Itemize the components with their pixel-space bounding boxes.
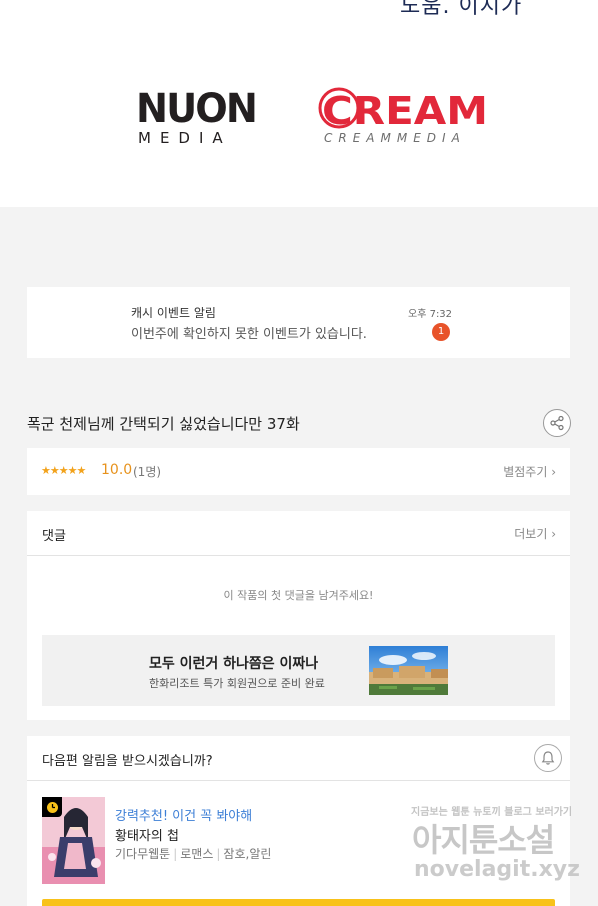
rate-button[interactable]: 별점주기 › xyxy=(503,463,556,480)
comments-card: 댓글 더보기 › 이 작품의 첫 댓글을 남겨주세요! 모두 이런거 하나쯤은 … xyxy=(27,511,570,720)
recommendation-category: 기다무웹툰 xyxy=(115,847,171,861)
episode-title: 폭군 천제님께 간택되기 싫었습니다만 37화 xyxy=(27,415,300,433)
alert-header: 다음편 알림을 받으시겠습니까? xyxy=(27,736,570,781)
recommendation-genre: 로맨스 xyxy=(180,847,214,861)
waiting-free-badge xyxy=(42,797,62,817)
cream-logo-subtext: CREAMMEDIA xyxy=(324,131,466,145)
nuon-logo-text: NUON xyxy=(136,86,256,132)
notification-time: 오후 7:32 xyxy=(408,309,453,320)
rating-stars: ★★★★★ xyxy=(41,464,86,477)
ad-banner[interactable]: 모두 이런거 하나쯤은 이짜나 한화리조트 특가 회원권으로 준비 완료 xyxy=(42,635,555,706)
notification-badge: 1 xyxy=(432,323,450,341)
comments-title: 댓글 xyxy=(42,529,66,544)
rating-card: ★★★★★ 10.0 (1명) 별점주기 › xyxy=(27,448,570,495)
next-episode-alert-card: 다음편 알림을 받으시겠습니까? 강력추천! 이건 꼭 봐야해 황태자의 첩 기… xyxy=(27,736,570,906)
comments-more-link[interactable]: 더보기 › xyxy=(514,525,556,542)
ad-resort-image xyxy=(369,646,448,695)
rating-score: 10.0 xyxy=(101,462,133,478)
cream-logo-text: CREAM xyxy=(322,89,488,133)
recommendation-authors: 잠호,알린 xyxy=(223,847,272,861)
ad-subtitle: 한화리조트 특가 회원권으로 준비 완료 xyxy=(149,677,325,690)
notification-title: 캐시 이벤트 알림 xyxy=(131,306,216,320)
share-icon xyxy=(550,415,564,431)
ad-title: 모두 이런거 하나쯤은 이짜나 xyxy=(149,656,319,672)
recommendation-tag[interactable]: 강력추천! 이건 꼭 봐야해 xyxy=(115,805,252,824)
comments-header: 댓글 더보기 › xyxy=(27,511,570,556)
alert-title: 다음편 알림을 받으시겠습니까? xyxy=(42,754,213,769)
recommendation-meta: 기다무웹툰 | 로맨스 | 잠호,알린 xyxy=(115,847,272,861)
recommendation-title[interactable]: 황태자의 첩 xyxy=(115,825,179,844)
bell-icon xyxy=(541,751,555,765)
nuon-media-logo: NUON MEDIA xyxy=(136,86,258,146)
nuon-logo-subtext: MEDIA xyxy=(138,129,232,146)
yellow-action-bar[interactable] xyxy=(42,899,555,906)
notification-body: 이번주에 확인하지 못한 이벤트가 있습니다. xyxy=(131,327,367,342)
header-cut-text: 도움. 이지가 xyxy=(400,0,523,19)
comments-empty-message: 이 작품의 첫 댓글을 남겨주세요! xyxy=(223,589,374,602)
share-button[interactable] xyxy=(543,409,571,437)
cream-media-logo: CREAM CREAMMEDIA xyxy=(318,87,488,145)
rating-count: (1명) xyxy=(133,465,162,479)
event-notification-card[interactable]: 캐시 이벤트 알림 이번주에 확인하지 못한 이벤트가 있습니다. 오후 7:3… xyxy=(27,287,570,358)
alert-bell-button[interactable] xyxy=(534,744,562,772)
top-section xyxy=(0,0,598,207)
clock-icon xyxy=(46,801,58,813)
